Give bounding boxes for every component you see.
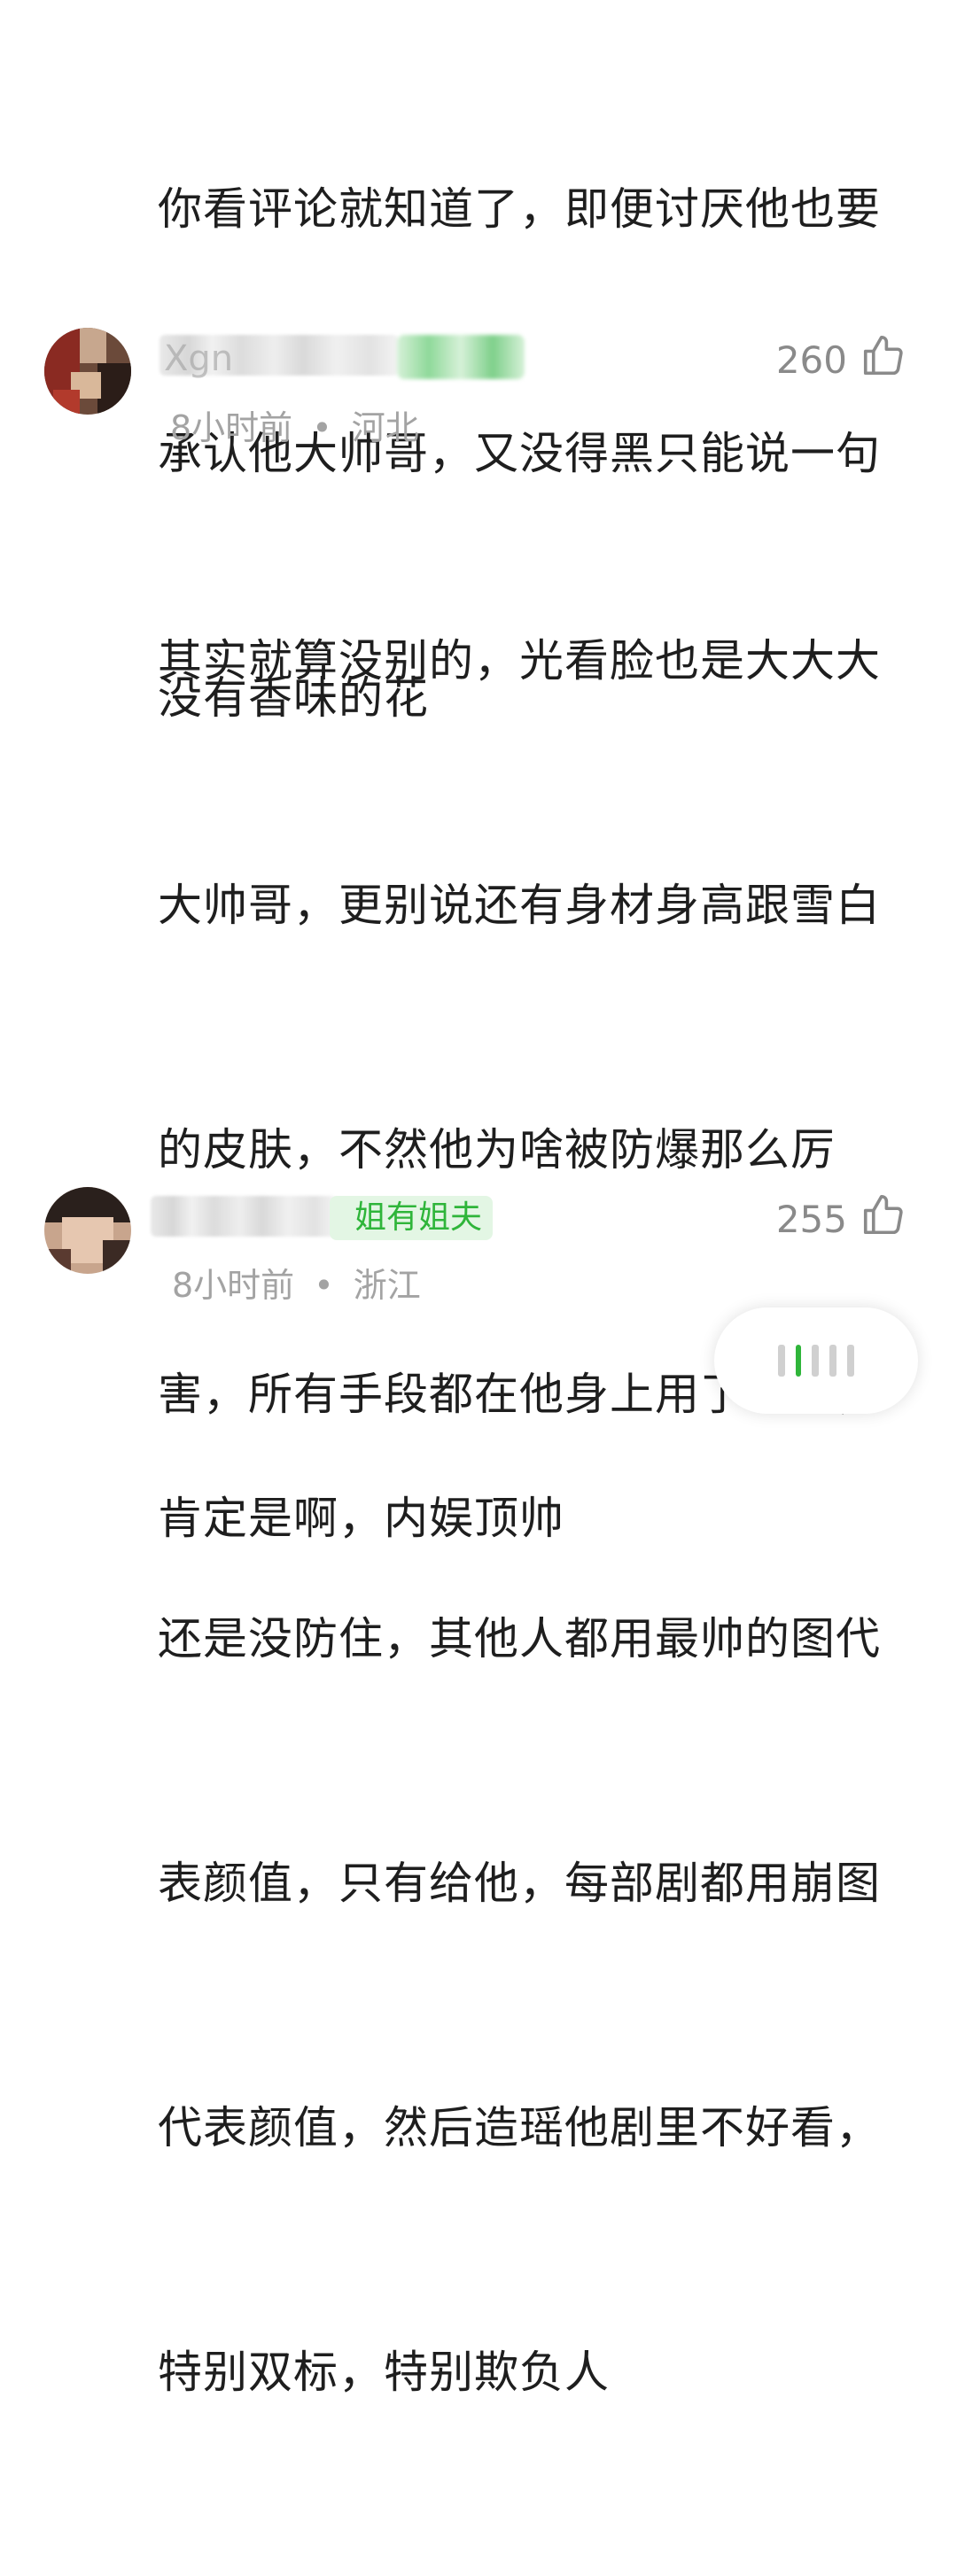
comment-line: 代表颜值，然后造瑶他剧里不好看， bbox=[158, 2102, 881, 2153]
floating-toolbar-button[interactable] bbox=[714, 1307, 918, 1414]
comment-line: 大帅哥，更别说还有身材身高跟雪白 bbox=[158, 880, 881, 931]
toolbar-mark-icon bbox=[829, 1345, 836, 1377]
comment-line: 的皮肤，不然他为啥被防爆那么厉 bbox=[158, 1124, 836, 1175]
comment-time: 8小时前 bbox=[170, 408, 293, 447]
comment-line: 肯定是啊，内娱顶帅 bbox=[158, 1493, 564, 1544]
toolbar-mark-icon bbox=[796, 1345, 801, 1377]
comment-location: 浙江 bbox=[353, 1266, 421, 1305]
toolbar-mark-icon bbox=[847, 1345, 854, 1377]
like-button[interactable]: 255 bbox=[776, 1194, 907, 1244]
thumbs-up-icon bbox=[860, 331, 907, 388]
avatar[interactable] bbox=[44, 328, 131, 415]
username[interactable]: Xgn bbox=[164, 338, 233, 379]
comment-line: 特别双标，特别欺负人 bbox=[158, 2347, 610, 2398]
user-badge bbox=[397, 335, 525, 379]
avatar[interactable] bbox=[44, 1187, 131, 1274]
user-badge: 姐有姐夫 bbox=[330, 1196, 493, 1240]
comment-line: 你看评论就知道了，即便讨厌他也要 bbox=[158, 183, 881, 235]
like-count: 255 bbox=[775, 1197, 847, 1241]
meta-separator: • bbox=[312, 408, 332, 447]
comment-time: 8小时前 bbox=[172, 1266, 295, 1305]
toolbar-mark-icon bbox=[778, 1345, 785, 1377]
like-button[interactable]: 260 bbox=[776, 335, 907, 384]
like-count: 260 bbox=[775, 338, 847, 382]
comment-line: 表颜值，只有给他，每部剧都用崩图 bbox=[158, 1858, 881, 1909]
username-masked[interactable] bbox=[151, 1196, 337, 1237]
toolbar-mark-icon bbox=[812, 1345, 819, 1377]
comment-meta: 8小时前 • 河北 bbox=[170, 406, 419, 450]
comment-line: 其实就算没别的，光看脸也是大大大 bbox=[158, 635, 881, 687]
meta-separator: • bbox=[314, 1266, 334, 1305]
thumbs-up-icon bbox=[860, 1191, 907, 1247]
comment-location: 河北 bbox=[351, 408, 419, 447]
comment-meta: 8小时前 • 浙江 bbox=[172, 1263, 421, 1307]
